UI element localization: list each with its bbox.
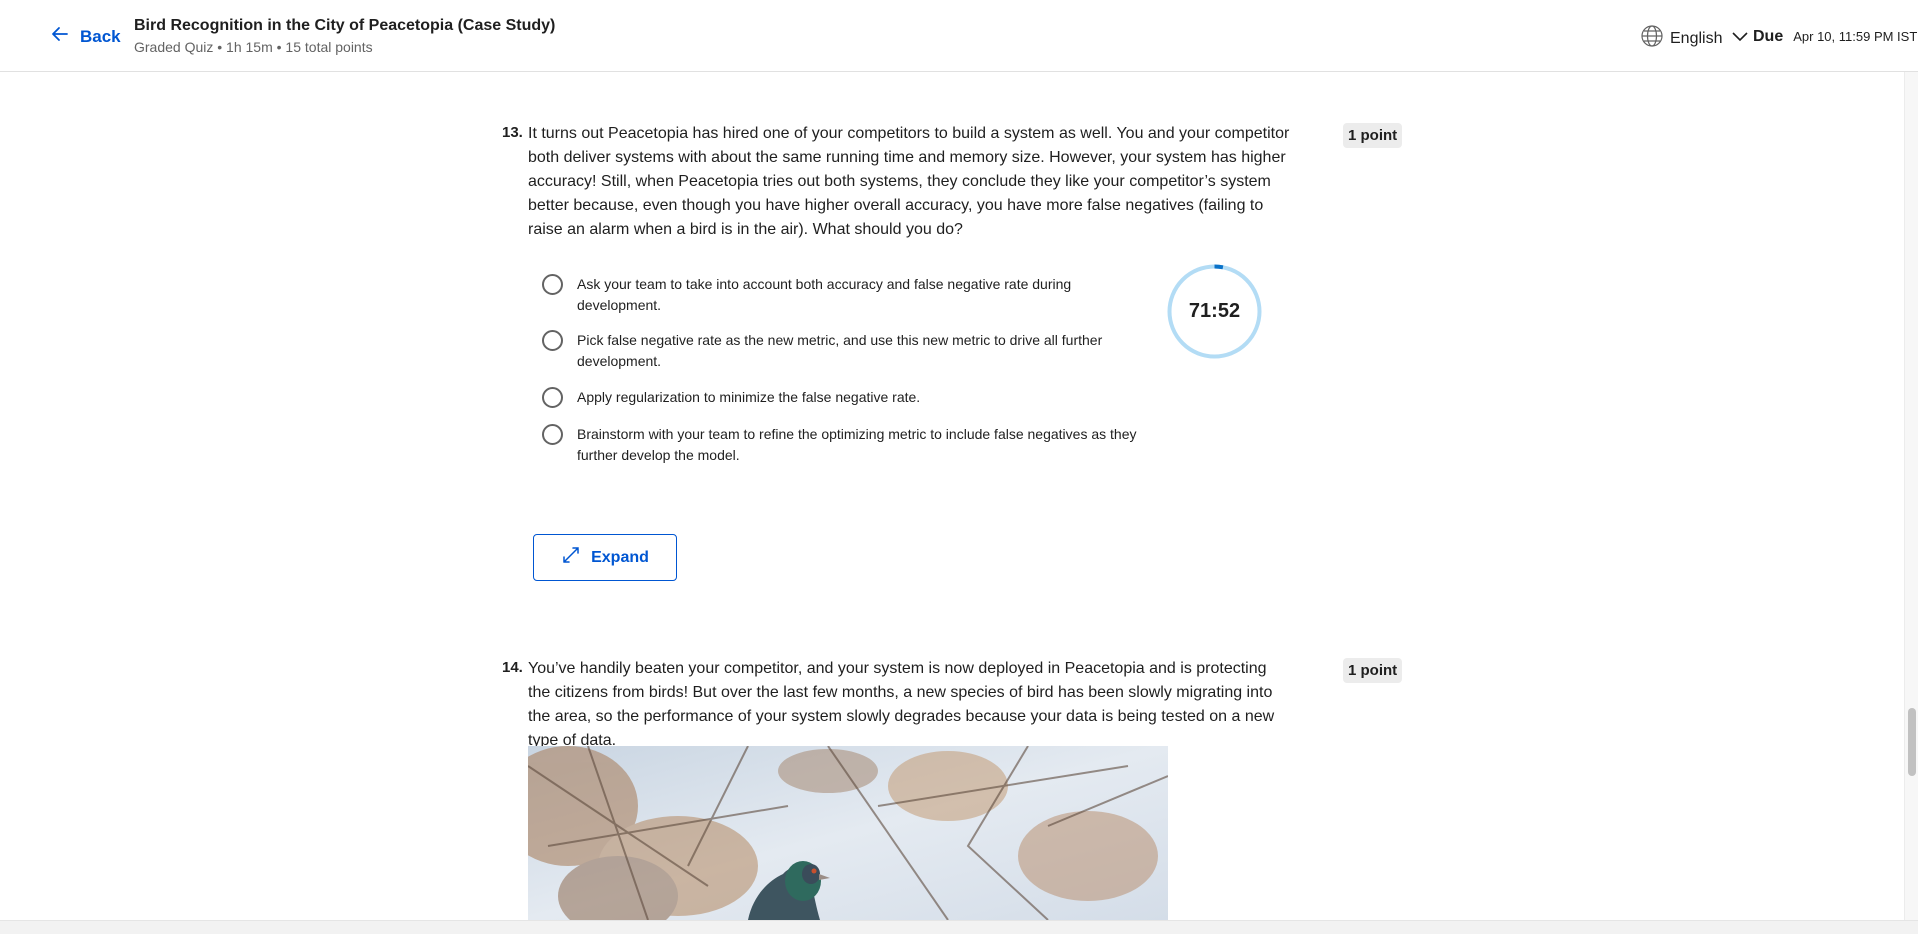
bottom-bar: [0, 920, 1918, 934]
back-button[interactable]: Back: [50, 24, 121, 49]
question-13-option-2[interactable]: Pick false negative rate as the new metr…: [542, 330, 1147, 372]
quiz-heading: Bird Recognition in the City of Peacetop…: [134, 17, 555, 55]
option-label: Brainstorm with your team to refine the …: [577, 426, 1137, 463]
question-13-option-3[interactable]: Apply regularization to minimize the fal…: [542, 387, 1147, 408]
scrollbar-thumb[interactable]: [1908, 708, 1916, 776]
question-14-number: 14.: [502, 659, 523, 676]
back-label: Back: [80, 26, 121, 46]
question-13-number: 13.: [502, 124, 523, 141]
timer-value: 71:52: [1188, 300, 1241, 322]
vertical-scrollbar[interactable]: [1904, 72, 1918, 920]
chevron-down-icon: [1728, 24, 1752, 53]
option-label: Apply regularization to minimize the fal…: [577, 389, 921, 405]
question-14-points-badge: 1 point: [1343, 658, 1403, 683]
expand-label: Expand: [591, 548, 649, 566]
radio-button[interactable]: [542, 274, 563, 295]
globe-icon: [1640, 24, 1664, 53]
top-header: Back Bird Recognition in the City of Pea…: [0, 0, 1918, 72]
radio-button[interactable]: [542, 387, 563, 408]
radio-button[interactable]: [542, 424, 563, 445]
expand-arrows-icon: [561, 545, 581, 570]
question-13-text: It turns out Peacetopia has hired one of…: [528, 125, 1290, 238]
quiz-meta: Graded Quiz • 1h 15m • 15 total points: [134, 39, 373, 55]
question-13-option-4[interactable]: Brainstorm with your team to refine the …: [542, 424, 1147, 466]
arrow-left-icon: [50, 24, 70, 49]
language-selector[interactable]: English: [1640, 24, 1752, 53]
pigeon-photo: [528, 746, 1168, 920]
language-label: English: [1670, 29, 1723, 47]
due-label: Due: [1753, 28, 1784, 45]
option-label: Ask your team to take into account both …: [577, 276, 1072, 313]
due-info: Due Apr 10, 11:59 PM IST: [1753, 28, 1917, 46]
countdown-timer: 71:52: [1166, 263, 1263, 360]
option-label: Pick false negative rate as the new metr…: [577, 332, 1103, 369]
question-13-option-1[interactable]: Ask your team to take into account both …: [542, 274, 1147, 316]
expand-button[interactable]: Expand: [533, 534, 677, 581]
question-13-points-badge: 1 point: [1343, 123, 1403, 148]
due-date: Apr 10, 11:59 PM IST: [1793, 29, 1918, 44]
quiz-title: Bird Recognition in the City of Peacetop…: [134, 17, 556, 34]
radio-button[interactable]: [542, 330, 563, 351]
question-14-text: You’ve handily beaten your competitor, a…: [528, 660, 1275, 749]
